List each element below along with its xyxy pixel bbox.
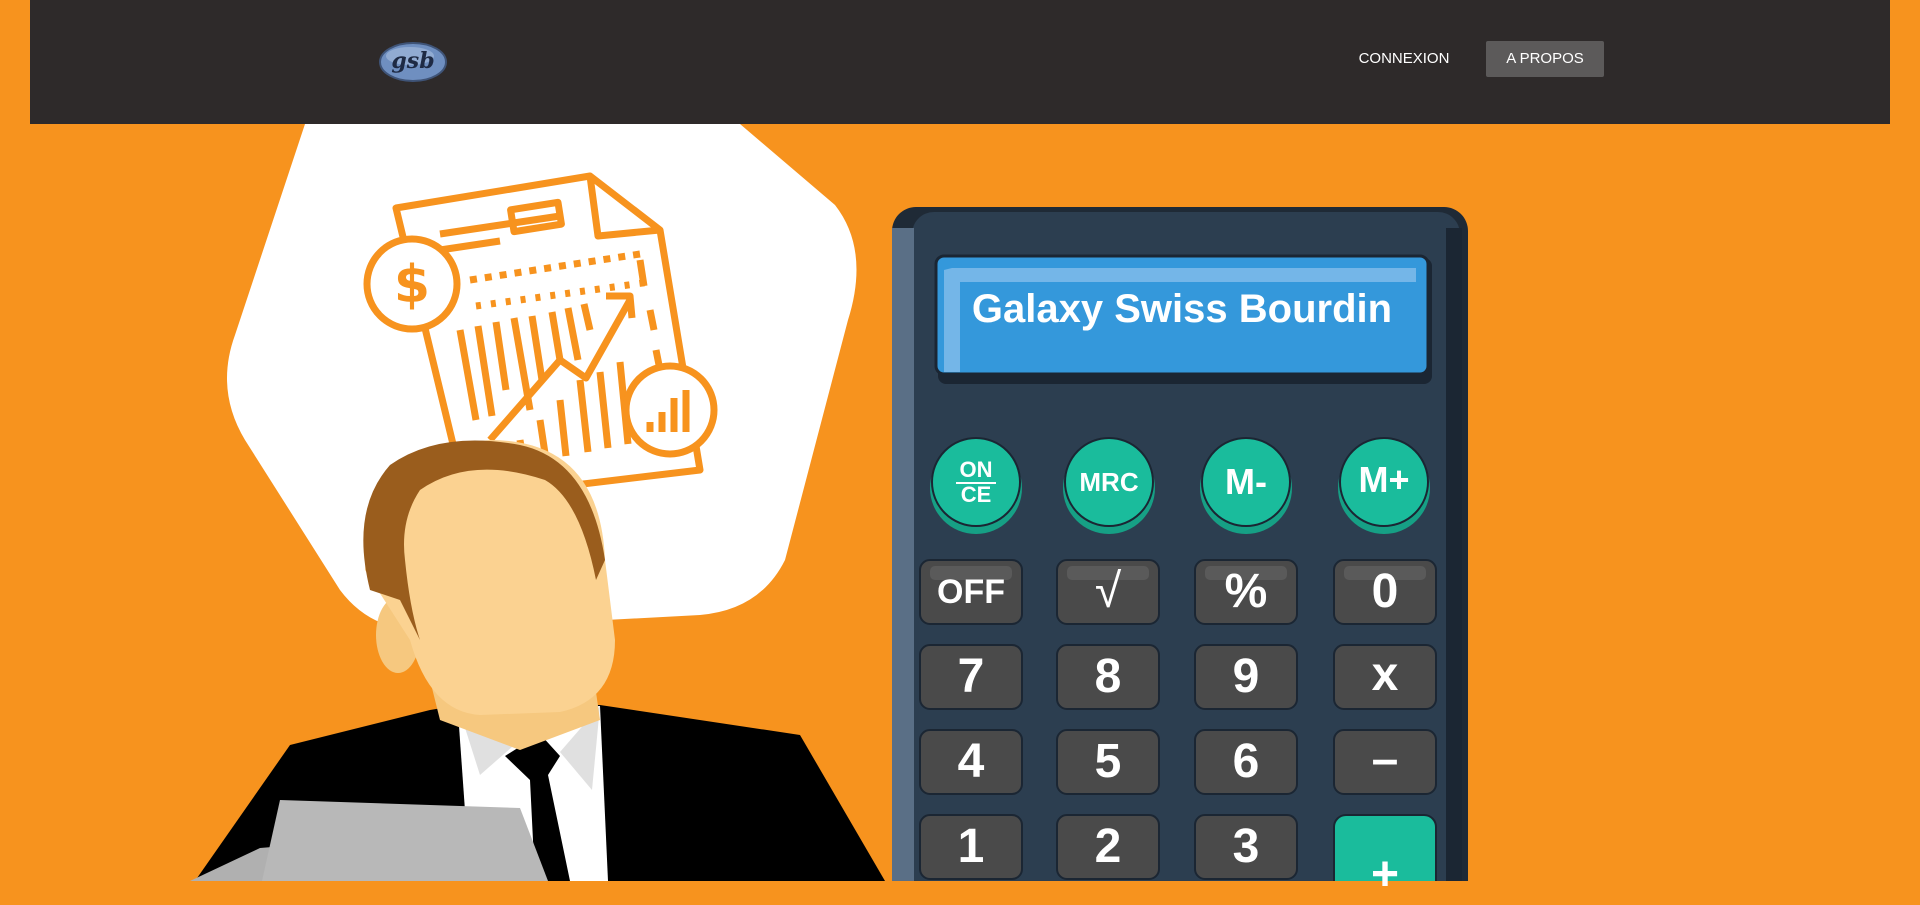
logo-text: gsb [391,48,434,74]
key-percent[interactable]: % [1196,562,1296,622]
key-plus[interactable]: + [1335,845,1435,905]
key-0[interactable]: 0 [1335,562,1435,622]
key-m-plus[interactable]: M+ [1341,437,1427,523]
key-ce-label: CE [960,482,992,507]
nav-link-connexion[interactable]: CONNEXION [1324,41,1484,77]
key-5[interactable]: 5 [1058,732,1158,792]
nav-link-a-propos[interactable]: A PROPOS [1486,41,1604,77]
key-m-minus[interactable]: M- [1203,439,1289,525]
key-on-label: ON [956,459,996,484]
key-9[interactable]: 9 [1196,647,1296,707]
key-8[interactable]: 8 [1058,647,1158,707]
dollar-coin-icon: $ [363,235,461,333]
svg-text:$: $ [394,255,430,315]
calculator-display: Galaxy Swiss Bourdin [971,286,1393,331]
key-multiply[interactable]: x [1335,645,1435,705]
key-on-ce[interactable]: ON CE [933,439,1019,525]
top-navbar [30,0,1890,124]
key-3[interactable]: 3 [1196,817,1296,877]
key-minus[interactable]: – [1335,730,1435,790]
key-sqrt[interactable]: √ [1058,562,1158,622]
key-off[interactable]: OFF [921,562,1021,622]
chart-coin-icon [622,362,718,458]
key-6[interactable]: 6 [1196,732,1296,792]
gsb-logo[interactable]: gsb [378,40,448,84]
key-1[interactable]: 1 [921,817,1021,877]
key-2[interactable]: 2 [1058,817,1158,877]
key-7[interactable]: 7 [921,647,1021,707]
key-4[interactable]: 4 [921,732,1021,792]
key-mrc[interactable]: MRC [1066,439,1152,525]
